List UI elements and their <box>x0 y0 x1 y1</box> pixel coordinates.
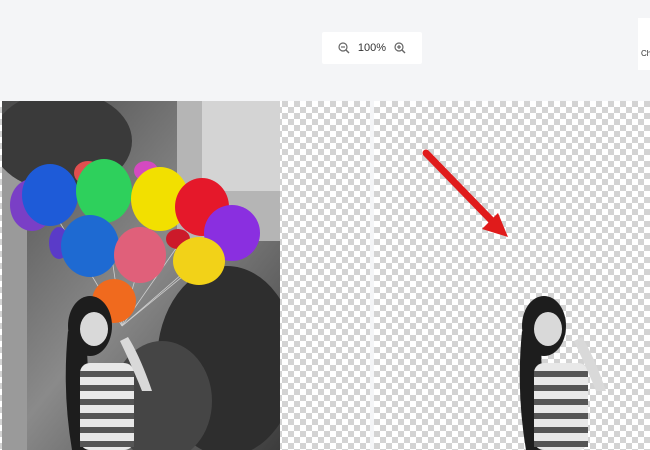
result-image <box>422 149 606 450</box>
side-panel-text: Ch ba <box>641 49 650 58</box>
zoom-in-icon[interactable] <box>394 42 406 54</box>
zoom-out-icon[interactable] <box>338 42 350 54</box>
top-toolbar: 100% Ch ba <box>0 0 650 100</box>
red-arrow-icon <box>422 149 508 237</box>
original-photo <box>2 101 280 450</box>
zoom-level: 100% <box>357 42 387 54</box>
zoom-control: 100% <box>322 32 422 64</box>
result-canvas <box>374 101 650 450</box>
side-panel-card[interactable]: Ch ba <box>638 18 650 70</box>
original-canvas <box>0 101 370 450</box>
